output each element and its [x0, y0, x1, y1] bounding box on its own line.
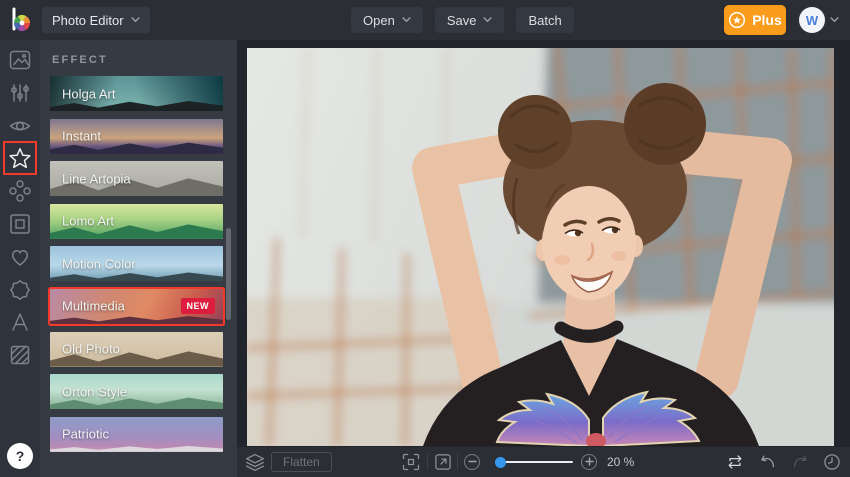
undo-icon[interactable]: [758, 452, 778, 472]
save-button[interactable]: Save: [434, 7, 505, 33]
effect-item[interactable]: Orton Style: [50, 374, 223, 410]
effect-item[interactable]: Old Photo: [50, 331, 223, 367]
help-button[interactable]: ?: [7, 443, 33, 469]
batch-button[interactable]: Batch: [516, 7, 574, 33]
star-icon[interactable]: [8, 146, 32, 170]
open-in-new-icon[interactable]: [433, 452, 453, 472]
badge-seal-icon[interactable]: [8, 278, 32, 302]
tool-rail: ?: [0, 40, 40, 477]
effect-label: Motion Color: [62, 256, 136, 272]
canvas-area: Flatten 20 %: [237, 40, 850, 477]
redo-icon[interactable]: [790, 452, 810, 472]
artsy-icon[interactable]: [8, 179, 32, 203]
effect-label: Lomo Art: [62, 213, 115, 229]
toolbar-divider: [427, 454, 428, 470]
text-icon[interactable]: [8, 310, 32, 334]
canvas-image[interactable]: [247, 48, 834, 446]
scrollbar-thumb[interactable]: [226, 228, 231, 320]
history-icon[interactable]: [822, 452, 842, 472]
fit-screen-icon[interactable]: [401, 452, 421, 472]
panel-header: EFFECT: [52, 54, 108, 66]
effects-selection-box: [3, 141, 37, 175]
zoom-slider[interactable]: [495, 447, 573, 477]
effect-label: Patriotic: [62, 426, 109, 442]
zoom-out-button[interactable]: [464, 454, 480, 470]
texture-icon[interactable]: [8, 343, 32, 367]
effect-item[interactable]: Lomo Art: [50, 203, 223, 239]
layers-icon[interactable]: [245, 452, 265, 472]
image-icon[interactable]: [8, 48, 32, 72]
effect-item[interactable]: Instant: [50, 118, 223, 154]
effects-panel: EFFECT Holga Art Instant Line Artopia Lo…: [40, 40, 237, 477]
effect-list: Holga Art Instant Line Artopia Lomo Art …: [40, 76, 237, 452]
photo-editor-app: Photo Editor Open Save Batch Plus W ? EF…: [0, 0, 850, 477]
toolbar-divider: [457, 454, 458, 470]
star-circle-icon: [729, 11, 746, 29]
zoom-in-button[interactable]: [581, 454, 597, 470]
effect-item[interactable]: Holga Art: [50, 76, 223, 111]
chevron-down-icon: [130, 17, 140, 23]
effect-label: Multimedia: [62, 298, 125, 314]
frame-icon[interactable]: [8, 212, 32, 236]
canvas-toolbar: Flatten 20 %: [237, 447, 850, 477]
eye-icon[interactable]: [8, 114, 32, 138]
effect-item[interactable]: Multimedia NEW: [50, 288, 223, 324]
effect-item[interactable]: Line Artopia: [50, 161, 223, 197]
new-badge: NEW: [180, 298, 215, 315]
heart-icon[interactable]: [8, 245, 32, 269]
befunky-logo-icon[interactable]: [9, 6, 35, 34]
effect-label: Line Artopia: [62, 171, 131, 187]
open-button[interactable]: Open: [351, 7, 423, 33]
plus-upgrade-button[interactable]: Plus: [724, 5, 786, 35]
effect-label: Holga Art: [62, 86, 116, 101]
avatar[interactable]: W: [799, 7, 825, 33]
app-menu-button[interactable]: Photo Editor: [42, 7, 150, 33]
effect-item[interactable]: Patriotic: [50, 416, 223, 452]
effect-item[interactable]: Motion Color: [50, 246, 223, 282]
zoom-slider-track[interactable]: [495, 461, 573, 463]
app-menu-label: Photo Editor: [52, 12, 124, 28]
zoom-level: 20 %: [607, 455, 635, 469]
chevron-down-icon: [402, 17, 411, 23]
flatten-button[interactable]: Flatten: [271, 452, 332, 472]
zoom-slider-handle[interactable]: [495, 456, 506, 468]
compare-icon[interactable]: [725, 452, 745, 472]
effect-label: Instant: [62, 128, 102, 144]
adjustments-icon[interactable]: [8, 81, 32, 105]
avatar-chevron-icon[interactable]: [830, 17, 839, 23]
effect-label: Orton Style: [62, 384, 128, 400]
effect-label: Old Photo: [62, 341, 120, 357]
chevron-down-icon: [483, 17, 493, 23]
topbar: Photo Editor Open Save Batch Plus W: [0, 0, 850, 40]
